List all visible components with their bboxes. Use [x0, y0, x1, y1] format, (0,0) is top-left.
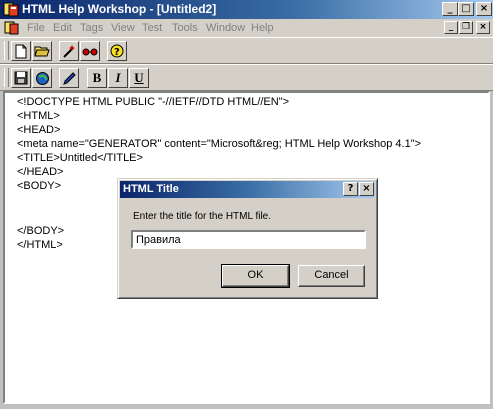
- help-question-icon: ?: [110, 44, 124, 58]
- mdi-restore-button[interactable]: ❐: [459, 21, 473, 34]
- pen-link-icon: [62, 71, 76, 85]
- menu-tags[interactable]: Tags: [80, 22, 103, 34]
- new-file-icon: [15, 44, 27, 58]
- save-button[interactable]: [11, 68, 31, 88]
- mdi-minimize-button[interactable]: _: [444, 21, 458, 34]
- document-icon[interactable]: [4, 20, 20, 36]
- compile-button[interactable]: [59, 41, 79, 61]
- dialog-prompt: Enter the title for the HTML file.: [133, 211, 272, 222]
- code-line: <!DOCTYPE HTML PUBLIC "-//IETF//DTD HTML…: [17, 96, 290, 108]
- menu-help[interactable]: Help: [251, 22, 274, 34]
- dialog-close-button[interactable]: ×: [359, 182, 374, 196]
- html-help-workshop-icon[interactable]: [3, 2, 19, 17]
- svg-text:?: ?: [114, 47, 120, 58]
- open-file-button[interactable]: [32, 41, 52, 61]
- maximize-button[interactable]: □: [458, 2, 474, 16]
- glasses-icon: [82, 48, 98, 56]
- underline-button[interactable]: U: [129, 68, 149, 88]
- dialog-title-bar[interactable]: HTML Title ? ×: [120, 181, 375, 198]
- menu-edit[interactable]: Edit: [53, 22, 72, 34]
- minimize-button[interactable]: _: [442, 2, 458, 16]
- dialog-help-button[interactable]: ?: [343, 182, 358, 196]
- menu-bar: File Edit Tags View Test Tools Window He…: [0, 19, 493, 37]
- globe-icon: [35, 71, 49, 85]
- help-topics-button[interactable]: ?: [107, 41, 127, 61]
- bold-button[interactable]: B: [87, 68, 107, 88]
- toolbar-grip[interactable]: [4, 41, 9, 60]
- code-line: <meta name="GENERATOR" content="Microsof…: [17, 138, 422, 150]
- italic-button[interactable]: I: [108, 68, 128, 88]
- window-title-bar[interactable]: HTML Help Workshop - [Untitled2] _ □ ×: [0, 0, 493, 19]
- code-line: <BODY>: [17, 180, 62, 192]
- toolbar-grip[interactable]: [4, 68, 9, 87]
- code-line: <HTML>: [17, 110, 60, 122]
- browser-view-button[interactable]: [32, 68, 52, 88]
- menu-view[interactable]: View: [111, 22, 135, 34]
- menu-file[interactable]: File: [27, 22, 45, 34]
- mdi-close-button[interactable]: ×: [476, 21, 490, 34]
- wand-icon: [63, 45, 75, 58]
- open-folder-icon: [34, 46, 50, 57]
- floppy-disk-icon: [14, 71, 28, 85]
- code-line: </BODY>: [17, 225, 65, 237]
- code-line: </HTML>: [17, 239, 63, 251]
- insert-link-button[interactable]: [59, 68, 79, 88]
- html-title-input[interactable]: [131, 230, 366, 249]
- cancel-button[interactable]: Cancel: [298, 265, 365, 287]
- menu-test[interactable]: Test: [142, 22, 162, 34]
- view-compiled-button[interactable]: [80, 41, 100, 61]
- window-title: HTML Help Workshop - [Untitled2]: [22, 2, 217, 16]
- formatting-toolbar: B I U: [0, 64, 493, 91]
- code-line: <TITLE>Untitled</TITLE>: [17, 152, 143, 164]
- menu-window[interactable]: Window: [206, 22, 245, 34]
- ok-button[interactable]: OK: [221, 264, 290, 288]
- dialog-title: HTML Title: [123, 183, 179, 195]
- html-title-dialog: HTML Title ? × Enter the title for the H…: [117, 178, 378, 299]
- close-button[interactable]: ×: [476, 2, 492, 16]
- menu-tools[interactable]: Tools: [172, 22, 198, 34]
- code-line: <HEAD>: [17, 124, 61, 136]
- new-file-button[interactable]: [11, 41, 31, 61]
- standard-toolbar: ?: [0, 37, 493, 64]
- code-line: </HEAD>: [17, 166, 64, 178]
